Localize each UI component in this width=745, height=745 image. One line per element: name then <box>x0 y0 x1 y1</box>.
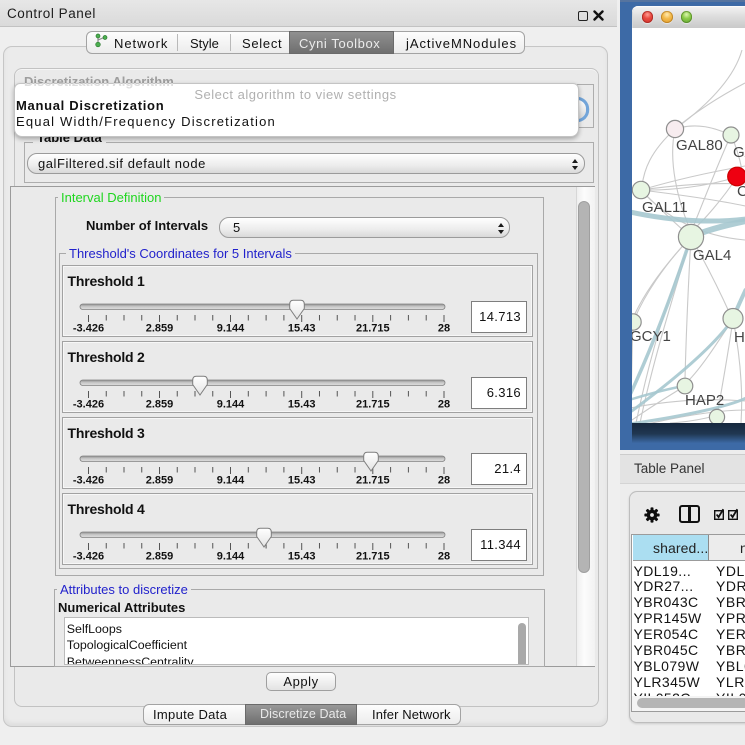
svg-text:9.144: 9.144 <box>217 399 245 411</box>
svg-text:15.43: 15.43 <box>288 399 316 411</box>
svg-text:9.144: 9.144 <box>217 475 245 487</box>
svg-text:-3.426: -3.426 <box>73 475 104 487</box>
svg-text:21.715: 21.715 <box>356 323 390 335</box>
svg-text:GA: GA <box>733 144 745 161</box>
svg-text:15.43: 15.43 <box>288 475 316 487</box>
svg-text:-3.426: -3.426 <box>73 551 104 563</box>
svg-text:C: C <box>737 183 745 200</box>
svg-text:9.144: 9.144 <box>217 551 245 563</box>
svg-text:15.43: 15.43 <box>288 323 316 335</box>
svg-text:HAP2: HAP2 <box>685 392 724 409</box>
svg-text:-3.426: -3.426 <box>73 323 104 335</box>
svg-text:H: H <box>734 329 745 346</box>
svg-text:-3.426: -3.426 <box>73 399 104 411</box>
svg-text:15.43: 15.43 <box>288 551 316 563</box>
svg-text:GAL11: GAL11 <box>642 199 688 216</box>
svg-text:2.859: 2.859 <box>146 323 174 335</box>
svg-text:GAL80: GAL80 <box>676 137 723 154</box>
svg-text:GCY1: GCY1 <box>632 328 671 345</box>
svg-text:2.859: 2.859 <box>146 399 174 411</box>
svg-text:21.715: 21.715 <box>356 475 390 487</box>
svg-text:GAL4: GAL4 <box>693 247 731 264</box>
svg-text:21.715: 21.715 <box>356 399 390 411</box>
svg-text:9.144: 9.144 <box>217 323 245 335</box>
svg-text:2.859: 2.859 <box>146 551 174 563</box>
svg-text:28: 28 <box>438 323 450 335</box>
svg-text:2.859: 2.859 <box>146 475 174 487</box>
svg-text:28: 28 <box>438 399 450 411</box>
svg-text:28: 28 <box>438 475 450 487</box>
svg-text:28: 28 <box>438 551 450 563</box>
svg-text:21.715: 21.715 <box>356 551 390 563</box>
